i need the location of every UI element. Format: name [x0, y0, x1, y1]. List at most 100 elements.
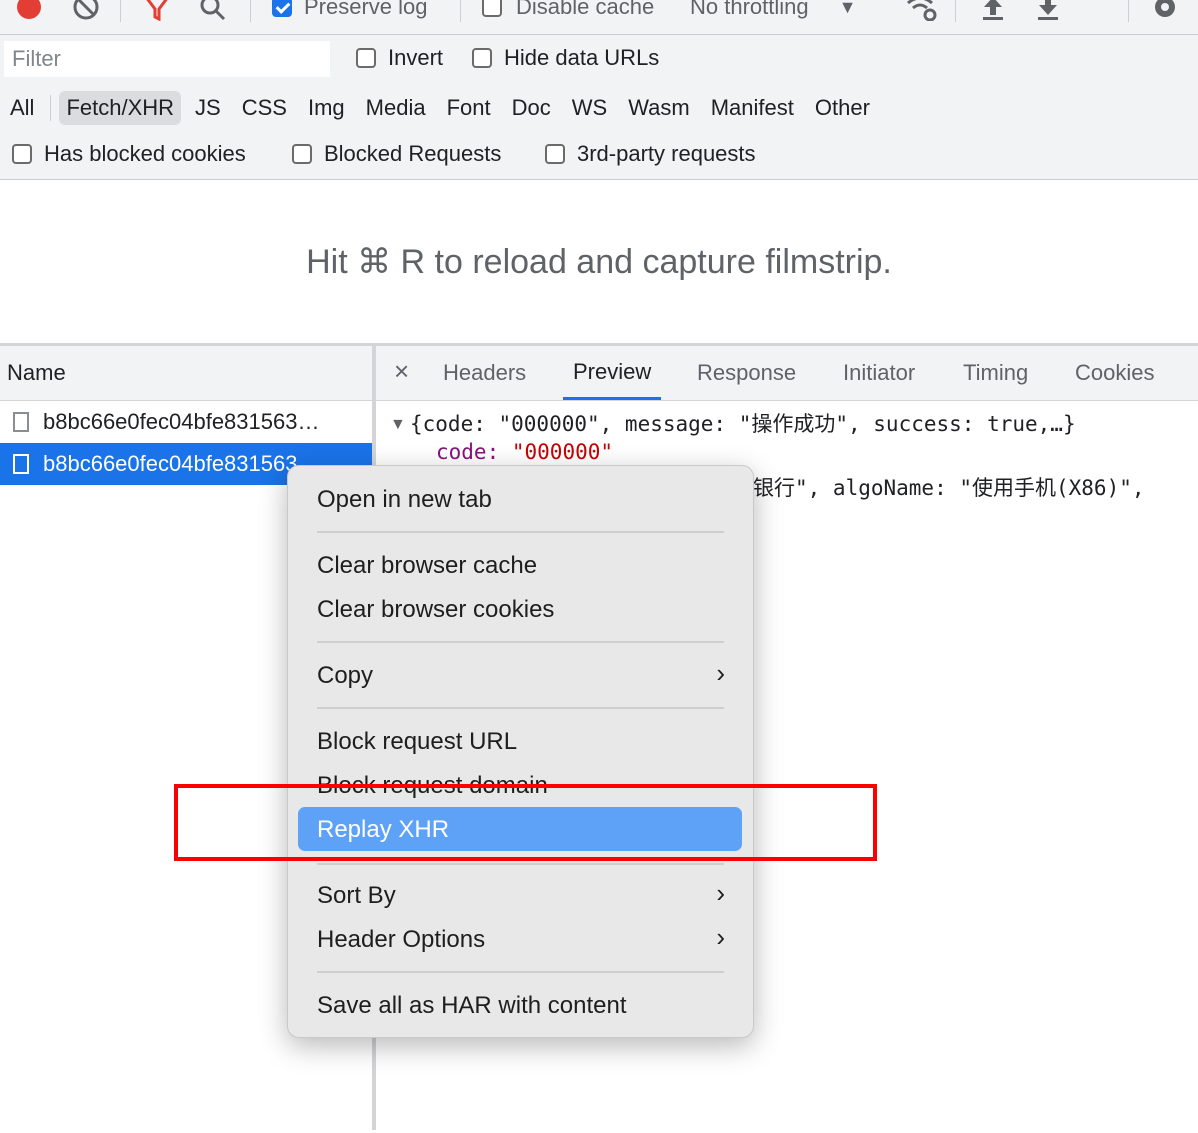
type-filter-img[interactable]: Img: [301, 91, 352, 125]
toolbar-divider: [460, 0, 461, 22]
menu-item-save-har[interactable]: Save all as HAR with content: [317, 992, 626, 1020]
toolbar-divider: [1128, 0, 1129, 22]
network-conditions-button[interactable]: [904, 0, 938, 22]
clear-button[interactable]: [72, 0, 100, 22]
filter-toggle-button[interactable]: [143, 0, 171, 22]
toolbar-divider: [250, 0, 251, 22]
menu-item-copy[interactable]: Copy: [317, 662, 373, 690]
toolbar-divider: [120, 0, 121, 22]
record-icon: [17, 0, 41, 19]
chevron-right-icon: ›: [716, 658, 725, 688]
disable-cache-label: Disable cache: [516, 0, 655, 19]
menu-item-clear-cache[interactable]: Clear browser cache: [317, 552, 537, 580]
json-key: code:: [436, 440, 500, 464]
annotation-highlight-box: [174, 784, 877, 861]
filter-input[interactable]: [4, 41, 330, 77]
json-string-value: "000000": [511, 440, 614, 464]
invert-checkbox[interactable]: [356, 48, 376, 68]
preserve-log-option[interactable]: Preserve log: [272, 0, 428, 22]
tab-response[interactable]: Response: [697, 346, 796, 400]
hide-data-urls-checkbox[interactable]: [472, 48, 492, 68]
request-name: b8bc66e0fec04bfe831563…: [43, 451, 320, 476]
type-filter-media[interactable]: Media: [359, 91, 433, 125]
type-filter-doc[interactable]: Doc: [505, 91, 558, 125]
preserve-log-checkbox[interactable]: [272, 0, 292, 17]
throttling-select[interactable]: No throttling ▼: [690, 0, 856, 22]
settings-button[interactable]: [1150, 0, 1180, 22]
search-button[interactable]: [198, 0, 226, 22]
search-icon: [200, 0, 226, 21]
tab-headers[interactable]: Headers: [443, 346, 526, 400]
type-filter-manifest[interactable]: Manifest: [704, 91, 801, 125]
chevron-right-icon: ›: [716, 922, 725, 952]
menu-separator: [317, 531, 724, 533]
filter-bar: Invert Hide data URLs All Fetch/XHR JS C…: [0, 35, 1198, 180]
file-icon: [13, 454, 29, 474]
menu-item-block-url[interactable]: Block request URL: [317, 728, 517, 756]
disable-cache-option[interactable]: Disable cache: [482, 0, 654, 22]
blocked-requests-checkbox[interactable]: [292, 144, 312, 164]
file-icon: [13, 412, 29, 432]
export-har-button[interactable]: [1035, 0, 1061, 22]
tab-initiator[interactable]: Initiator: [843, 346, 915, 400]
has-blocked-cookies-label: Has blocked cookies: [44, 141, 246, 166]
tab-preview[interactable]: Preview: [563, 346, 662, 400]
disable-cache-checkbox[interactable]: [482, 0, 502, 17]
dropdown-arrow-icon: ▼: [838, 0, 857, 17]
record-button[interactable]: [16, 0, 42, 22]
blocked-requests-option[interactable]: Blocked Requests: [292, 141, 501, 167]
invert-option[interactable]: Invert: [356, 45, 443, 71]
type-filter-font[interactable]: Font: [440, 91, 498, 125]
has-blocked-cookies-option[interactable]: Has blocked cookies: [12, 141, 246, 167]
request-row[interactable]: b8bc66e0fec04bfe831563…: [0, 401, 372, 443]
network-toolbar: Preserve log Disable cache No throttling…: [0, 0, 1198, 35]
type-filter-fetch-xhr[interactable]: Fetch/XHR: [59, 91, 182, 125]
funnel-icon: [146, 0, 168, 21]
hide-data-urls-option[interactable]: Hide data URLs: [472, 45, 659, 71]
detail-tabs: × Headers Preview Response Initiator Tim…: [376, 343, 1198, 401]
menu-separator: [317, 971, 724, 973]
tab-cookies[interactable]: Cookies: [1075, 346, 1154, 400]
type-filter-all[interactable]: All: [0, 91, 41, 125]
third-party-requests-checkbox[interactable]: [545, 144, 565, 164]
tab-timing[interactable]: Timing: [963, 346, 1028, 400]
import-har-button[interactable]: [980, 0, 1006, 22]
menu-item-header-options[interactable]: Header Options: [317, 926, 485, 954]
hide-data-urls-label: Hide data URLs: [504, 45, 660, 70]
download-icon: [1038, 0, 1058, 20]
filmstrip-hint: Hit ⌘ R to reload and capture filmstrip.: [306, 242, 892, 281]
clear-icon: [73, 0, 99, 20]
expand-triangle-icon[interactable]: ▼: [390, 416, 406, 434]
menu-separator: [317, 863, 724, 865]
type-filter-js[interactable]: JS: [188, 91, 228, 125]
type-filter-ws[interactable]: WS: [565, 91, 614, 125]
resource-type-filters: All Fetch/XHR JS CSS Img Media Font Doc …: [0, 89, 884, 127]
throttling-label: No throttling: [690, 0, 809, 19]
type-filter-divider: [50, 95, 52, 121]
menu-item-open-new-tab[interactable]: Open in new tab: [317, 486, 492, 514]
toolbar-divider: [955, 0, 956, 22]
upload-icon: [983, 0, 1003, 20]
invert-label: Invert: [388, 45, 444, 70]
type-filter-other[interactable]: Other: [808, 91, 877, 125]
third-party-requests-label: 3rd-party requests: [577, 141, 756, 166]
type-filter-wasm[interactable]: Wasm: [621, 91, 697, 125]
preview-data-line: 银行", algoName: "使用手机(X86)",: [753, 476, 1145, 500]
has-blocked-cookies-checkbox[interactable]: [12, 144, 32, 164]
menu-separator: [317, 641, 724, 643]
preserve-log-label: Preserve log: [304, 0, 428, 19]
request-name: b8bc66e0fec04bfe831563…: [43, 409, 320, 434]
preview-code-line: code: "000000": [436, 440, 613, 464]
type-filter-css[interactable]: CSS: [235, 91, 294, 125]
close-detail-icon[interactable]: ×: [394, 356, 409, 387]
name-column-header[interactable]: Name: [0, 346, 372, 401]
third-party-requests-option[interactable]: 3rd-party requests: [545, 141, 756, 167]
menu-item-clear-cookies[interactable]: Clear browser cookies: [317, 596, 554, 624]
preview-summary-line[interactable]: {code: "000000", message: "操作成功", succes…: [410, 408, 1076, 438]
wifi-settings-icon: [907, 0, 937, 21]
menu-item-sort-by[interactable]: Sort By: [317, 882, 396, 910]
menu-separator: [317, 707, 724, 709]
blocked-requests-label: Blocked Requests: [324, 141, 502, 166]
gear-icon: [1155, 0, 1175, 17]
chevron-right-icon: ›: [716, 878, 725, 908]
